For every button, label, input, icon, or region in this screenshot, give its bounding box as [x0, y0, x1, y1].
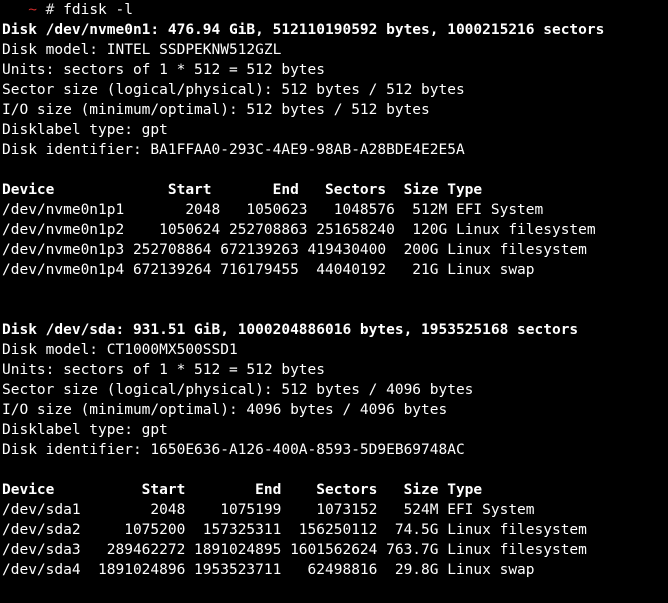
partition-row: /dev/nvme0n1p2 1050624 252708863 2516582… — [2, 222, 596, 238]
disk-model-line: Disk model: CT1000MX500SSD1 — [2, 342, 238, 358]
partition-row: /dev/sda1 2048 1075199 1073152 524M EFI … — [2, 502, 535, 518]
partition-row: /dev/nvme0n1p3 252708864 672139263 41943… — [2, 242, 587, 258]
disk-units-line: Units: sectors of 1 * 512 = 512 bytes — [2, 62, 326, 78]
disk-block: Disk /dev/sda: 931.51 GiB, 1000204886016… — [0, 320, 668, 580]
disk-header: Disk /dev/sda: 931.51 GiB, 1000204886016… — [2, 322, 579, 338]
partition-table-header: Device Start End Sectors Size Type — [2, 182, 483, 198]
disk-header: Disk /dev/nvme0n1: 476.94 GiB, 512110190… — [2, 22, 605, 38]
partition-row: /dev/nvme0n1p1 2048 1050623 1048576 512M… — [2, 202, 544, 218]
disk-model-line: Disk model: INTEL SSDPEKNW512GZL — [2, 42, 282, 58]
prompt-prefix — [2, 2, 28, 18]
command-text: fdisk -l — [63, 2, 133, 18]
disk-io-size-line: I/O size (minimum/optimal): 4096 bytes /… — [2, 402, 448, 418]
disk-label-type-line: Disklabel type: gpt — [2, 422, 168, 438]
disk-identifier-line: Disk identifier: BA1FFAA0-293C-4AE9-98AB… — [2, 142, 465, 158]
partition-row: /dev/sda3 289462272 1891024895 160156262… — [2, 542, 587, 558]
partition-row: /dev/sda2 1075200 157325311 156250112 74… — [2, 522, 587, 538]
terminal-window[interactable]: ~ # fdisk -l Disk /dev/nvme0n1: 476.94 G… — [0, 0, 668, 603]
disk-label-type-line: Disklabel type: gpt — [2, 122, 168, 138]
disk-identifier-line: Disk identifier: 1650E636-A126-400A-8593… — [2, 442, 465, 458]
prompt-symbol: # — [36, 2, 64, 18]
disk-block: Disk /dev/nvme0n1: 476.94 GiB, 512110190… — [0, 20, 668, 280]
partition-row: /dev/sda4 1891024896 1953523711 62498816… — [2, 562, 535, 578]
disk-units-line: Units: sectors of 1 * 512 = 512 bytes — [2, 362, 326, 378]
disk-sector-size-line: Sector size (logical/physical): 512 byte… — [2, 82, 465, 98]
prompt-cwd: ~ — [28, 2, 37, 18]
disk-sector-size-line: Sector size (logical/physical): 512 byte… — [2, 382, 474, 398]
partition-table-header: Device Start End Sectors Size Type — [2, 482, 483, 498]
disk-io-size-line: I/O size (minimum/optimal): 512 bytes / … — [2, 102, 430, 118]
prompt-line: ~ # fdisk -l — [0, 0, 668, 20]
partition-row: /dev/nvme0n1p4 672139264 716179455 44040… — [2, 262, 535, 278]
